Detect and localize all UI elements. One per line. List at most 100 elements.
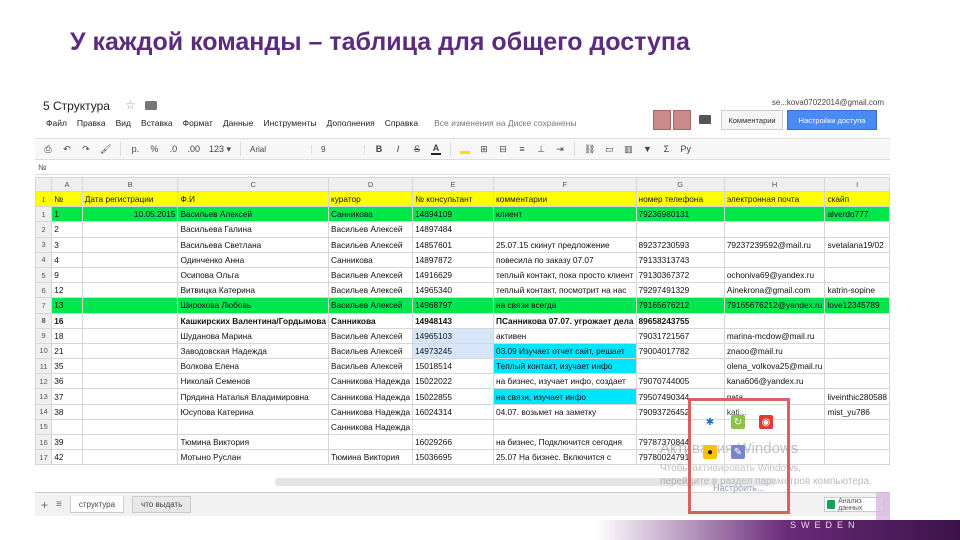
row-number[interactable]: 4 [35,251,53,268]
antivirus-icon[interactable]: ◉ [759,415,773,429]
table-cell[interactable] [81,388,179,405]
table-cell[interactable]: 25.07 На бизнес. Включится с [492,449,637,466]
row-number[interactable]: 1 [35,190,53,208]
column-header-e[interactable]: E [412,177,494,192]
comment-insert-icon[interactable]: ▭ [604,144,614,155]
header-cell[interactable]: электронная почта [723,190,826,208]
table-cell[interactable]: 04.07. возьмет на заметку [492,403,637,420]
row-number[interactable]: 14 [35,403,53,420]
select-all-corner[interactable] [35,177,53,192]
borders-icon[interactable]: ⊞ [479,144,489,155]
table-cell[interactable]: 14897872 [412,251,494,268]
sheet-tab-other[interactable]: что выдать [132,496,192,513]
table-cell[interactable]: Ainekrona@gmail.com [723,282,826,299]
table-cell[interactable]: 89658243755 [635,312,725,329]
table-cell[interactable]: Васильев Алексей [328,342,414,360]
table-cell[interactable] [824,312,890,329]
activation-settings-link[interactable]: Настроить... [713,483,764,493]
align-vertical-icon[interactable]: ⊥ [536,144,546,155]
column-header-a[interactable]: A [51,177,83,192]
table-cell[interactable]: Санникова [328,206,414,223]
table-cell[interactable]: 14894109 [412,206,494,223]
folder-icon[interactable] [145,101,157,110]
table-cell[interactable]: Одинченко Анна [177,251,330,268]
table-cell[interactable]: 3 [51,236,83,253]
bold-button[interactable]: B [374,144,384,154]
table-cell[interactable] [81,251,179,268]
row-number[interactable]: 6 [35,282,53,299]
column-header-d[interactable]: D [328,177,414,192]
table-cell[interactable] [723,312,826,329]
table-cell[interactable]: Санникова Надежда [328,373,414,390]
table-cell[interactable]: на связи, изучает инфо [492,388,637,405]
comments-button[interactable]: Комментарии [721,110,783,130]
header-cell[interactable]: скайп [824,190,890,208]
table-cell[interactable]: Тюмина Виктория [328,449,414,466]
column-header-i[interactable]: I [824,177,890,192]
menu-edit[interactable]: Правка [72,118,111,132]
table-cell[interactable] [81,433,179,451]
table-cell[interactable]: Васильев Алексей [328,327,414,344]
table-cell[interactable]: Осипова Ольга [177,266,330,284]
table-cell[interactable]: 12 [51,282,83,299]
table-cell[interactable]: Санникова [328,312,414,329]
row-number[interactable]: 7 [35,297,53,314]
table-cell[interactable] [81,449,179,466]
header-cell[interactable]: № консультант [412,190,494,208]
notification-icon[interactable]: ● [703,445,717,459]
table-cell[interactable] [81,221,179,238]
table-cell[interactable]: 14965103 [412,327,494,344]
table-cell[interactable]: Юсупова Катерина [177,403,330,420]
avatar[interactable] [653,110,671,130]
header-cell[interactable]: куратор [328,190,414,208]
table-cell[interactable]: Васильева Галина [177,221,330,238]
row-number[interactable]: 17 [35,449,53,466]
table-cell[interactable]: katrin-sopine [824,282,890,299]
table-cell[interactable]: 14968797 [412,297,494,314]
table-cell[interactable]: 15018514 [412,358,494,375]
bluetooth-icon[interactable]: ✱ [703,415,717,429]
row-number[interactable]: 5 [35,266,53,284]
header-cell[interactable]: номер телефона [635,190,725,208]
wrap-text-icon[interactable]: ⇥ [555,144,565,155]
table-cell[interactable] [824,358,890,375]
header-cell[interactable]: № [51,190,83,208]
table-cell[interactable]: znaoo@mail.ru [723,342,826,360]
menu-tools[interactable]: Инструменты [259,118,322,132]
table-cell[interactable]: 79133313743 [635,251,725,268]
table-cell[interactable] [81,418,179,436]
all-sheets-icon[interactable]: ≡ [56,499,62,510]
header-cell[interactable]: Ф.И [177,190,330,208]
menu-data[interactable]: Данные [218,118,259,132]
table-cell[interactable]: Теплый контакт, изучает инфо [492,358,637,375]
table-cell[interactable]: Витвицка Катерина [177,282,330,299]
row-number[interactable]: 1 [35,206,53,223]
header-cell[interactable]: Дата регистрации [81,190,179,208]
row-number[interactable]: 9 [35,327,53,344]
table-cell[interactable] [51,418,83,436]
table-cell[interactable]: Прядина Наталья Владимировна [177,388,330,405]
table-cell[interactable]: Волкова Елена [177,358,330,375]
table-cell[interactable]: 35 [51,358,83,375]
table-cell[interactable]: Кашкирских Валентина/Гордымова [177,312,330,329]
table-cell[interactable]: 14973245 [412,342,494,360]
print-icon[interactable]: ⎙ [43,144,53,155]
table-cell[interactable]: liveinthic280588 [824,388,890,405]
table-cell[interactable]: 42 [51,449,83,466]
column-header-b[interactable]: B [81,177,179,192]
table-cell[interactable]: ochoniva69@yandex.ru [723,266,826,284]
row-number[interactable]: 15 [35,418,53,436]
table-cell[interactable]: 79130367372 [635,266,725,284]
table-cell[interactable] [81,236,179,253]
table-cell[interactable] [824,373,890,390]
table-cell[interactable] [81,327,179,344]
row-number[interactable]: 13 [35,388,53,405]
table-cell[interactable]: 79237239592@mail.ru [723,236,826,253]
table-cell[interactable]: mist_yu786 [824,403,890,420]
number-format-dropdown[interactable]: 123 ▾ [209,144,231,155]
table-cell[interactable]: olena_volkova25@mail.ru [723,358,826,375]
table-cell[interactable] [723,206,826,223]
align-left-icon[interactable]: ≡ [517,144,527,154]
table-cell[interactable]: Санникова Надежда [328,388,414,405]
table-cell[interactable]: Тюмина Виктория [177,433,330,451]
